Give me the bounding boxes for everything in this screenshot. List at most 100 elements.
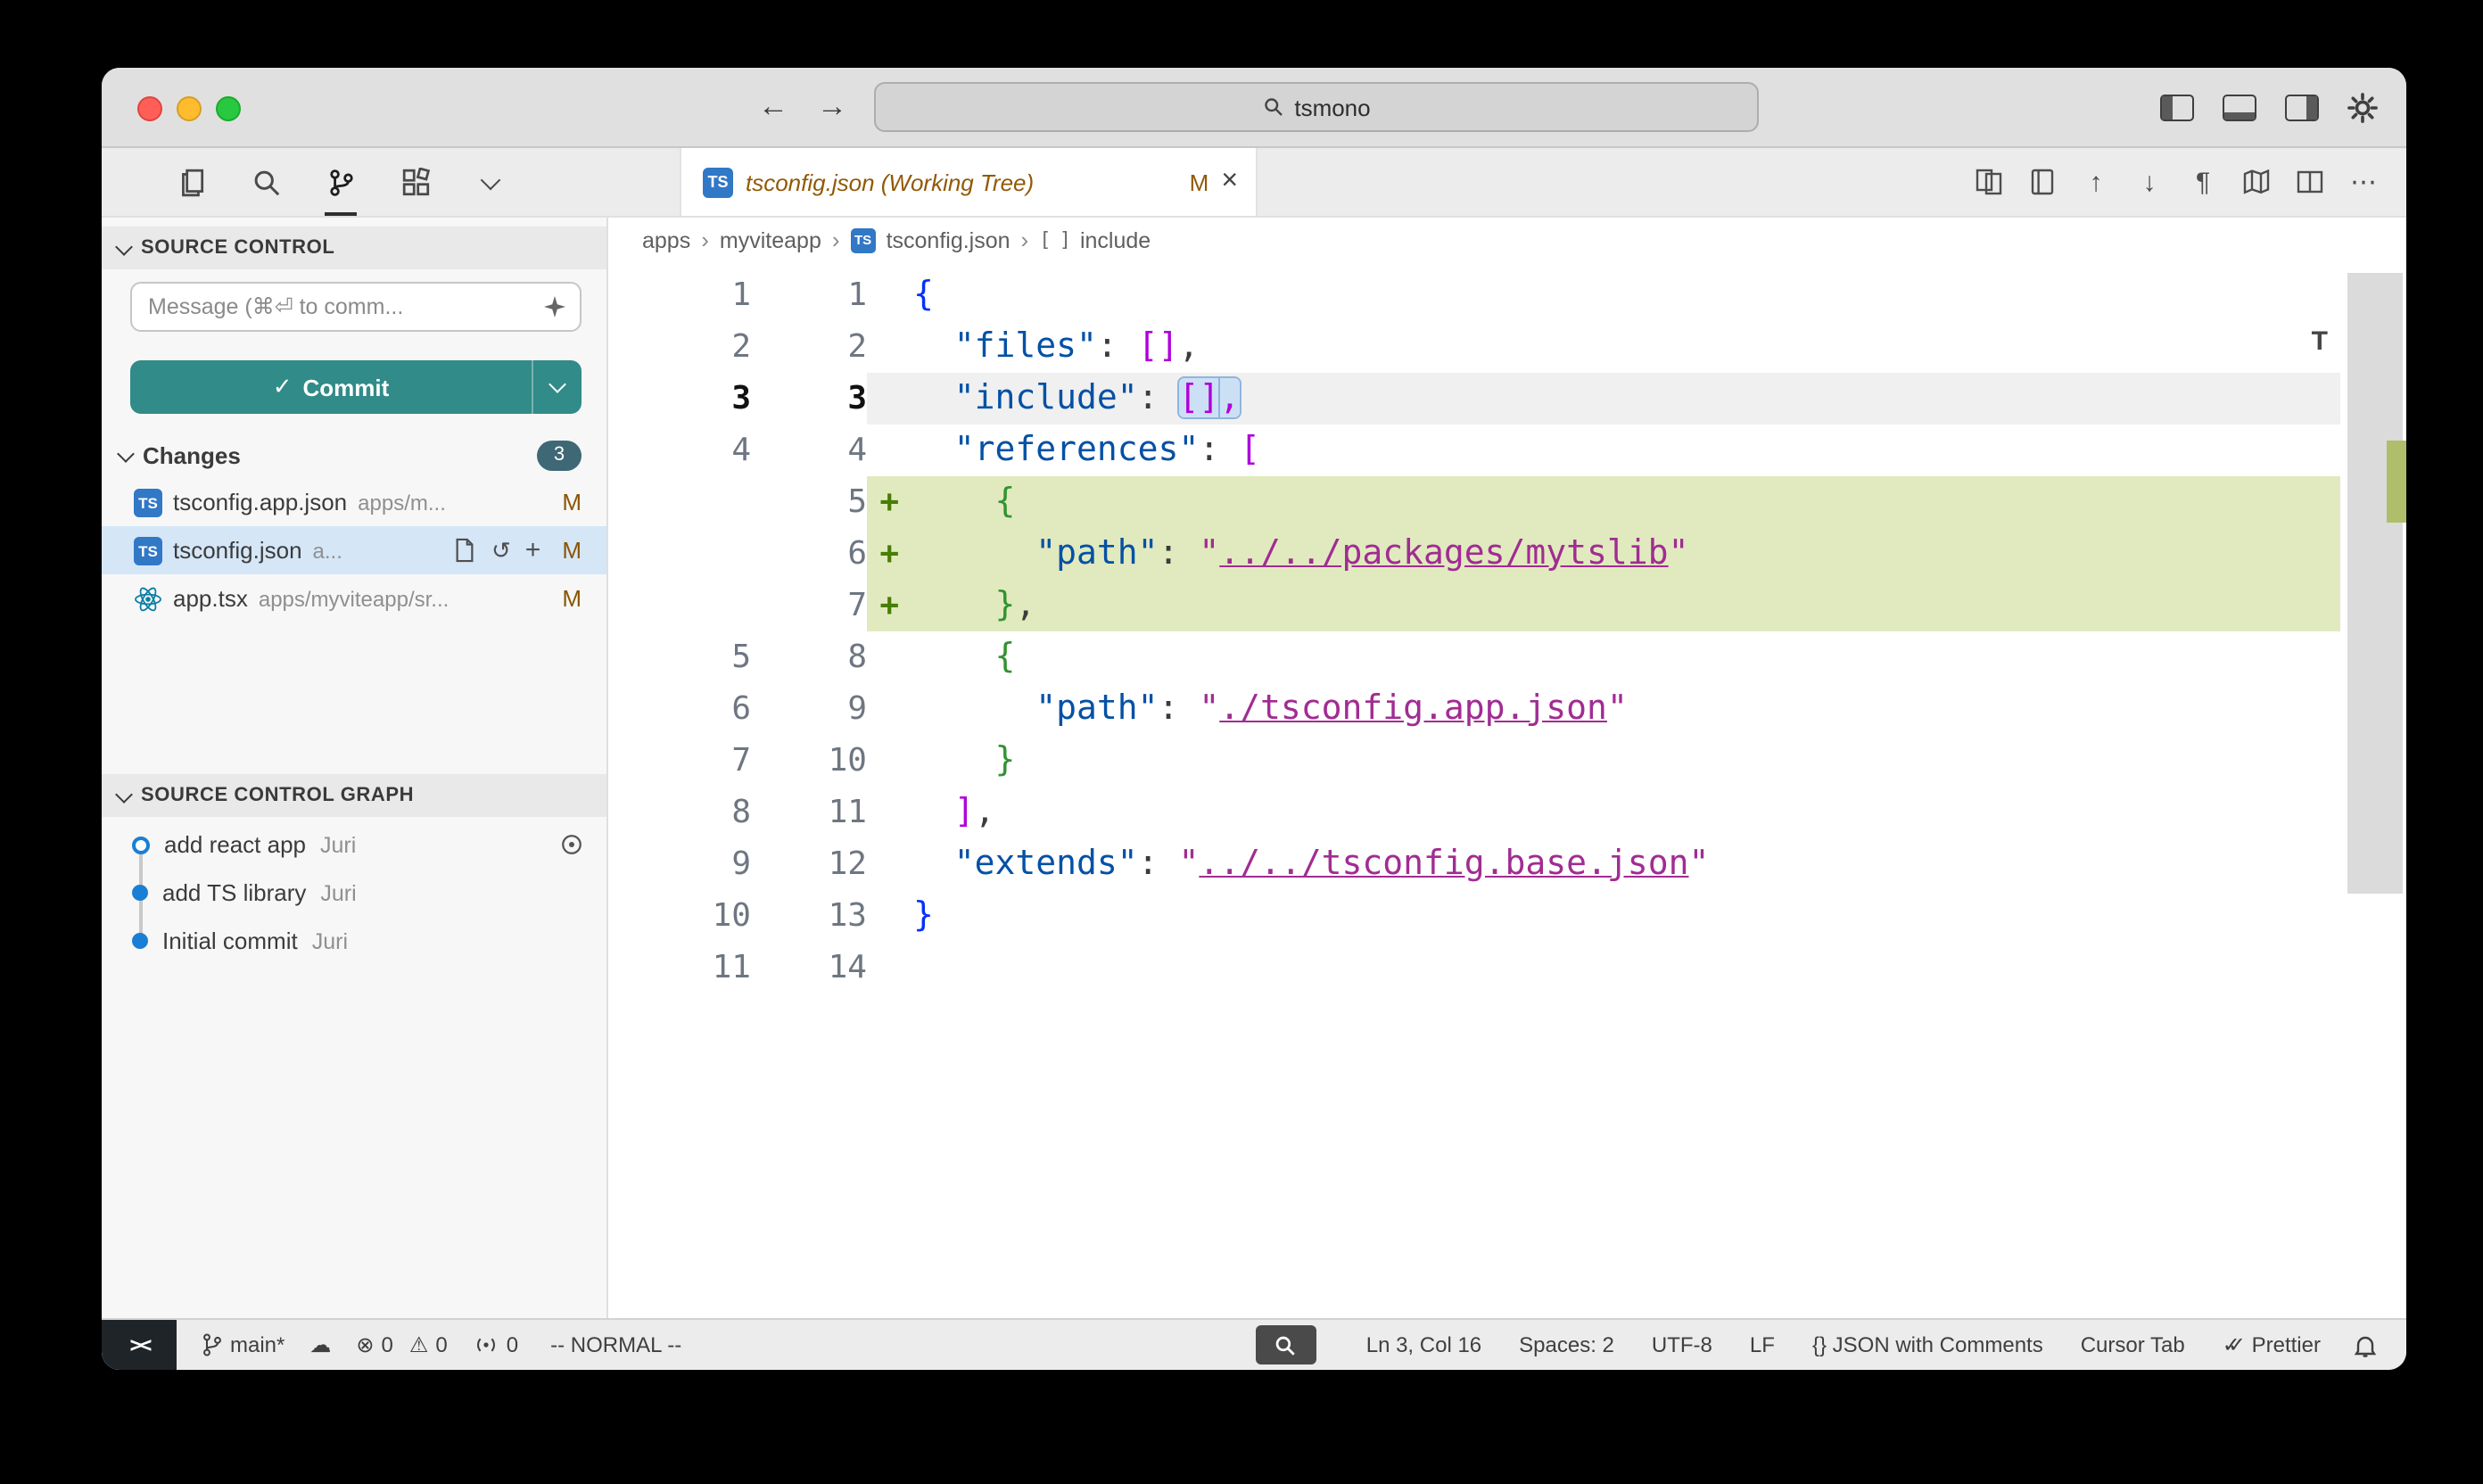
line-number-new[interactable]: 7+ — [751, 580, 867, 631]
commit-message-input[interactable] — [130, 282, 582, 332]
maximize-window-button[interactable] — [216, 96, 241, 121]
eol-item[interactable]: LF — [1750, 1332, 1775, 1357]
indentation-item[interactable]: Spaces: 2 — [1519, 1332, 1614, 1357]
code-line[interactable]: 69 "path": "./tsconfig.app.json" — [608, 683, 2406, 735]
reveal-target-icon[interactable] — [558, 831, 585, 858]
problems-status-item[interactable]: ⊗ 0 ⚠ 0 — [356, 1332, 447, 1357]
line-number-new[interactable]: 4 — [751, 425, 867, 476]
source-control-section-header[interactable]: SOURCE CONTROL — [102, 227, 606, 269]
notifications-bell-icon[interactable] — [2353, 1332, 2378, 1357]
search-view-icon[interactable] — [244, 148, 287, 216]
cursor-tab-item[interactable]: Cursor Tab — [2081, 1332, 2185, 1357]
code-line[interactable]: 22 "files": [], — [608, 321, 2406, 373]
cursor-position-item[interactable]: Ln 3, Col 16 — [1366, 1332, 1481, 1357]
line-number-old[interactable]: 8 — [608, 787, 751, 838]
breadcrumb-item[interactable]: include — [1080, 227, 1151, 252]
code-line[interactable]: 811 ], — [608, 787, 2406, 838]
ports-status-item[interactable]: 0 — [473, 1332, 518, 1357]
previous-change-icon[interactable]: ↑ — [2075, 161, 2117, 203]
breadcrumb-item[interactable]: tsconfig.json — [887, 227, 1011, 252]
breadcrumb-item[interactable]: myviteapp — [720, 227, 821, 252]
compare-changes-icon[interactable] — [1967, 161, 2010, 203]
tab-close-icon[interactable]: × — [1221, 168, 1238, 196]
code-line[interactable]: 912 "extends": "../../tsconfig.base.json… — [608, 838, 2406, 890]
close-window-button[interactable] — [137, 96, 162, 121]
next-change-icon[interactable]: ↓ — [2128, 161, 2171, 203]
stage-changes-icon[interactable]: + — [525, 535, 541, 565]
line-number-new[interactable]: 11 — [751, 787, 867, 838]
whitespace-pilcrow-icon[interactable]: ¶ — [2182, 161, 2224, 203]
discard-changes-icon[interactable]: ↺ — [491, 536, 511, 565]
toggle-panel-icon[interactable] — [2223, 94, 2256, 120]
toggle-primary-sidebar-icon[interactable] — [2160, 94, 2194, 120]
changes-header[interactable]: Changes 3 — [102, 432, 606, 478]
code-line[interactable]: 1013} — [608, 890, 2406, 942]
line-number-old[interactable] — [608, 476, 751, 528]
code-line[interactable]: 6+ "path": "../../packages/mytslib" — [608, 528, 2406, 580]
copilot-sparkle-icon[interactable] — [544, 296, 565, 317]
extensions-view-icon[interactable] — [394, 148, 437, 216]
settings-gear-icon[interactable] — [2347, 92, 2378, 122]
line-number-old[interactable]: 5 — [608, 631, 751, 683]
sync-status-item[interactable]: ☁ — [309, 1332, 331, 1357]
scrollbar[interactable] — [2347, 273, 2403, 894]
line-number-old[interactable]: 2 — [608, 321, 751, 373]
code-line[interactable]: 33 "include": [], — [608, 373, 2406, 425]
code-line[interactable]: 11{ — [608, 269, 2406, 321]
split-editor-icon[interactable] — [2289, 161, 2331, 203]
breadcrumb-item[interactable]: apps — [642, 227, 690, 252]
notebook-icon[interactable] — [2021, 161, 2064, 203]
minimize-window-button[interactable] — [177, 96, 202, 121]
commit-row[interactable]: add TS library Juri — [102, 869, 606, 917]
zoom-status-button[interactable] — [1256, 1325, 1316, 1364]
line-number-new[interactable]: 13 — [751, 890, 867, 942]
language-mode-item[interactable]: {} JSON with Comments — [1812, 1332, 2043, 1357]
commit-button[interactable]: ✓ Commit — [130, 360, 582, 414]
line-number-new[interactable]: 2 — [751, 321, 867, 373]
tab-tsconfig-working-tree[interactable]: TS tsconfig.json (Working Tree) M × — [680, 148, 1258, 216]
commit-row[interactable]: Initial commit Juri — [102, 917, 606, 965]
vim-mode-indicator[interactable]: -- NORMAL -- — [550, 1332, 681, 1357]
open-file-icon[interactable] — [454, 537, 477, 564]
line-number-new[interactable]: 6+ — [751, 528, 867, 580]
more-actions-icon[interactable]: ⋯ — [2342, 161, 2385, 203]
line-number-old[interactable]: 1 — [608, 269, 751, 321]
changed-file-row[interactable]: app.tsx apps/myviteapp/sr... M — [102, 574, 606, 622]
line-number-new[interactable]: 14 — [751, 942, 867, 993]
line-number-new[interactable]: 8 — [751, 631, 867, 683]
line-number-old[interactable]: 4 — [608, 425, 751, 476]
line-number-new[interactable]: 12 — [751, 838, 867, 890]
explorer-view-icon[interactable] — [169, 148, 212, 216]
line-number-new[interactable]: 1 — [751, 269, 867, 321]
commit-dropdown-button[interactable] — [532, 360, 582, 414]
changed-file-row-selected[interactable]: TS tsconfig.json a... ↺ + M — [102, 526, 606, 574]
line-number-old[interactable]: 7 — [608, 735, 751, 787]
code-line[interactable]: 7+ }, — [608, 580, 2406, 631]
line-number-old[interactable]: 6 — [608, 683, 751, 735]
code-line[interactable]: 44 "references": [ — [608, 425, 2406, 476]
code-line[interactable]: 710 } — [608, 735, 2406, 787]
branch-status-item[interactable]: main* — [202, 1332, 285, 1357]
code-line[interactable]: 1114 — [608, 942, 2406, 993]
map-icon[interactable] — [2235, 161, 2278, 203]
command-center-search[interactable]: tsmono — [874, 82, 1759, 132]
line-number-old[interactable]: 11 — [608, 942, 751, 993]
changed-file-row[interactable]: TS tsconfig.app.json apps/m... M — [102, 478, 606, 526]
line-number-old[interactable] — [608, 528, 751, 580]
remote-indicator-button[interactable]: >< — [102, 1320, 177, 1370]
line-number-new[interactable]: 9 — [751, 683, 867, 735]
code-area[interactable]: 11{22 "files": [],33 "include": [],44 "r… — [608, 262, 2406, 1318]
forward-button[interactable]: → — [817, 89, 847, 125]
code-line[interactable]: 5+ { — [608, 476, 2406, 528]
source-control-graph-header[interactable]: SOURCE CONTROL GRAPH — [102, 774, 606, 817]
formatter-item[interactable]: ✓✓ Prettier — [2223, 1332, 2321, 1357]
line-number-new[interactable]: 3 — [751, 373, 867, 425]
line-number-old[interactable]: 3 — [608, 373, 751, 425]
back-button[interactable]: ← — [758, 89, 788, 125]
line-number-new[interactable]: 5+ — [751, 476, 867, 528]
commit-row[interactable]: add react app Juri — [102, 820, 606, 869]
encoding-item[interactable]: UTF-8 — [1652, 1332, 1712, 1357]
line-number-old[interactable] — [608, 580, 751, 631]
line-number-old[interactable]: 10 — [608, 890, 751, 942]
toggle-secondary-sidebar-icon[interactable] — [2285, 94, 2319, 120]
